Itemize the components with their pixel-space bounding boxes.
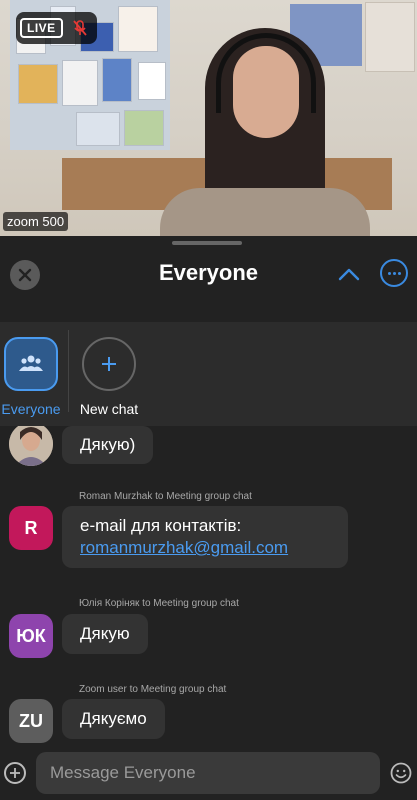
message-text: Дякуємо — [80, 709, 147, 728]
message-sender: Roman Murzhak to Meeting group chat — [79, 491, 252, 502]
message-bubble[interactable]: Дякуємо — [62, 699, 165, 739]
participant-name: zoom 500 — [3, 212, 69, 231]
participant-video — [150, 18, 380, 236]
chevron-up-icon — [338, 268, 360, 281]
emoji-icon[interactable] — [390, 762, 412, 784]
avatar: ZU — [9, 699, 53, 743]
attach-button[interactable] — [4, 762, 26, 784]
message-bubble[interactable]: e-mail для контактів: romanmurzhak@gmail… — [62, 506, 348, 568]
plus-icon — [102, 357, 116, 371]
message-composer — [0, 746, 417, 800]
recipient-divider — [68, 330, 69, 412]
drag-handle[interactable] — [172, 241, 242, 245]
recipient-everyone-label: Everyone — [1, 401, 61, 417]
plus-circle-icon — [10, 768, 20, 778]
message-text: Дякую — [80, 624, 130, 643]
email-link[interactable]: romanmurzhak@gmail.com — [80, 537, 330, 559]
recipient-new-chat-label: New chat — [79, 401, 139, 417]
mic-off-icon — [67, 15, 93, 41]
more-options-button[interactable] — [380, 259, 408, 287]
chat-panel: Everyone Everyone New chat Дякую) Roman … — [0, 236, 417, 800]
message-input[interactable] — [36, 752, 380, 794]
avatar: ЮК — [9, 614, 53, 658]
recipient-everyone-avatar — [4, 337, 58, 391]
live-badge: LIVE — [20, 18, 63, 38]
people-icon — [19, 355, 43, 371]
chat-header: Everyone — [0, 252, 417, 300]
message-sender: Юлія Коріняк to Meeting group chat — [79, 598, 239, 609]
live-indicator: LIVE — [16, 12, 97, 44]
message-text: e-mail для контактів: — [80, 516, 242, 535]
recipient-everyone[interactable]: Everyone — [0, 337, 62, 417]
video-feed[interactable]: LIVE zoom 500 — [0, 0, 417, 236]
message-sender: Zoom user to Meeting group chat — [79, 684, 227, 695]
new-chat-button[interactable] — [82, 337, 136, 391]
more-icon — [387, 271, 391, 275]
avatar: R — [9, 506, 53, 550]
message-list[interactable]: Дякую) Roman Murzhak to Meeting group ch… — [0, 426, 417, 746]
recipient-new-chat[interactable]: New chat — [78, 337, 140, 417]
avatar — [9, 426, 53, 466]
collapse-button[interactable] — [336, 261, 362, 287]
recipient-picker: Everyone New chat — [0, 322, 417, 426]
message-bubble[interactable]: Дякую — [62, 614, 148, 654]
message-bubble[interactable]: Дякую) — [62, 426, 154, 464]
message-text: Дякую) — [80, 435, 136, 454]
